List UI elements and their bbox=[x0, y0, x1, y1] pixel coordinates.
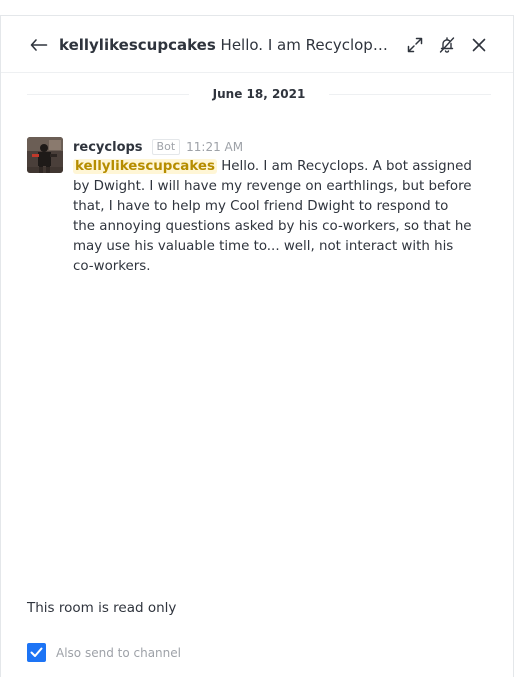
user-mention[interactable]: kellylikescupcakes bbox=[73, 159, 217, 174]
unfollow-button[interactable] bbox=[435, 33, 459, 57]
date-divider: June 18, 2021 bbox=[27, 86, 491, 102]
thread-title-username: kellylikescupcakes bbox=[59, 36, 216, 54]
message-content: Hello. I am Recyclops. A bot assigned by… bbox=[73, 159, 472, 274]
close-button[interactable] bbox=[467, 33, 491, 57]
sender-name[interactable]: recyclops bbox=[73, 140, 143, 155]
message-text: kellylikescupcakes Hello. I am Recyclops… bbox=[73, 157, 473, 277]
check-icon bbox=[30, 647, 43, 657]
robot-avatar-icon bbox=[27, 137, 63, 173]
avatar[interactable] bbox=[27, 137, 63, 173]
expand-icon bbox=[407, 37, 423, 53]
thread-header: kellylikescupcakes Hello. I am Recyclops… bbox=[1, 16, 513, 73]
message-time[interactable]: 11:21 AM bbox=[186, 140, 243, 154]
close-icon bbox=[472, 38, 486, 52]
also-send-label: Also send to channel bbox=[56, 645, 181, 660]
divider-line bbox=[329, 94, 491, 95]
bell-off-icon bbox=[439, 37, 455, 53]
message-body: recyclops Bot 11:21 AM kellylikescupcake… bbox=[73, 137, 473, 277]
back-arrow-icon bbox=[30, 39, 48, 51]
expand-button[interactable] bbox=[403, 33, 427, 57]
thread-panel: kellylikescupcakes Hello. I am Recyclops… bbox=[0, 15, 514, 677]
bot-badge: Bot bbox=[151, 139, 181, 155]
message-header: recyclops Bot 11:21 AM bbox=[73, 137, 473, 157]
back-button[interactable] bbox=[27, 33, 51, 57]
thread-title-preview: Hello. I am Recyclops. A bot assigned by… bbox=[220, 36, 394, 54]
also-send-checkbox[interactable] bbox=[27, 643, 46, 662]
readonly-notice: This room is read only bbox=[27, 600, 177, 616]
also-send-option[interactable]: Also send to channel bbox=[27, 643, 181, 662]
thread-title: kellylikescupcakes Hello. I am Recyclops… bbox=[59, 34, 394, 56]
